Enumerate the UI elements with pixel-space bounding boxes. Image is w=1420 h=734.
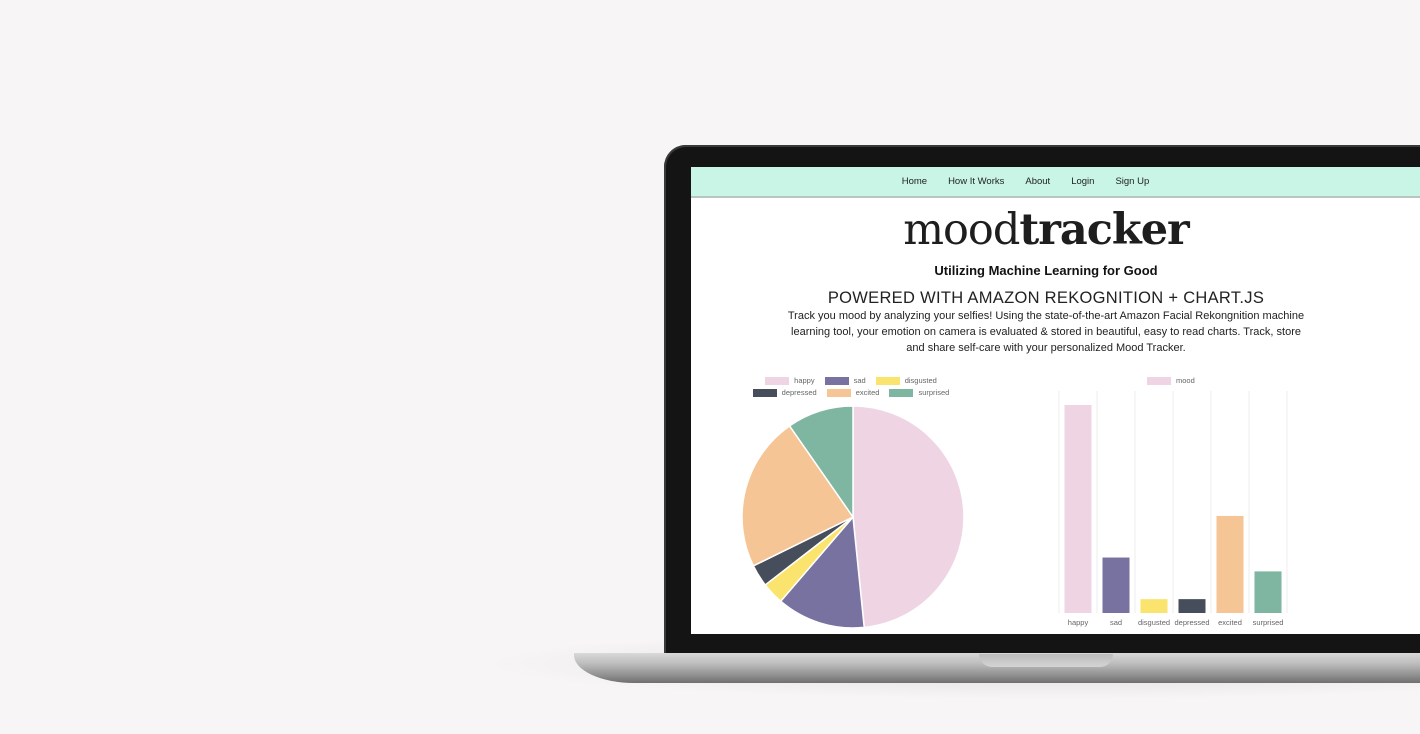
bar-tick-label-excited: excited	[1218, 618, 1242, 627]
bar-tick-label-disgusted: disgusted	[1138, 618, 1170, 627]
laptop-screen: Home How It Works About Login Sign Up mo…	[691, 167, 1420, 634]
bar-surprised[interactable]	[1254, 571, 1282, 613]
bar-tick-label-happy: happy	[1068, 618, 1089, 627]
bar-sad[interactable]	[1102, 557, 1130, 613]
bar-disgusted[interactable]	[1140, 599, 1168, 613]
laptop-notch	[979, 654, 1113, 667]
bar-depressed[interactable]	[1178, 599, 1206, 613]
bar-happy[interactable]	[1064, 405, 1092, 613]
bar-tick-label-depressed: depressed	[1174, 618, 1209, 627]
bar-tick-label-surprised: surprised	[1253, 618, 1284, 627]
bar-chart: happy sad disgusted depressed excited surpris…	[1058, 391, 1288, 627]
bar-excited[interactable]	[1216, 515, 1244, 613]
bar-tick-label-sad: sad	[1110, 618, 1122, 627]
